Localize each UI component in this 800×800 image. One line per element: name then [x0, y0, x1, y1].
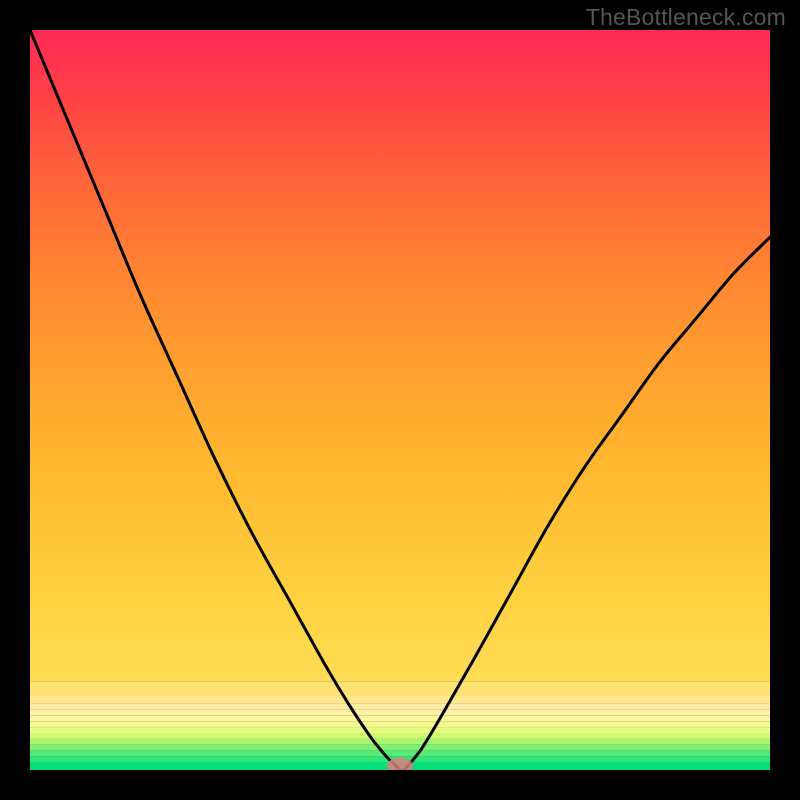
bg-band	[30, 703, 770, 709]
bg-band	[30, 681, 770, 696]
bg-band	[30, 745, 770, 751]
bg-band	[30, 696, 770, 703]
bg-band	[30, 715, 770, 721]
background-layer	[30, 30, 770, 770]
bg-band	[30, 733, 770, 739]
chart-frame: TheBottleneck.com	[0, 0, 800, 800]
bg-gradient	[30, 30, 770, 681]
bg-band	[30, 751, 770, 757]
bg-band	[30, 709, 770, 715]
bg-band	[30, 727, 770, 733]
plot-area	[30, 30, 770, 770]
watermark-text: TheBottleneck.com	[586, 4, 786, 31]
bg-band	[30, 739, 770, 745]
chart-svg	[30, 30, 770, 770]
bg-band	[30, 721, 770, 727]
